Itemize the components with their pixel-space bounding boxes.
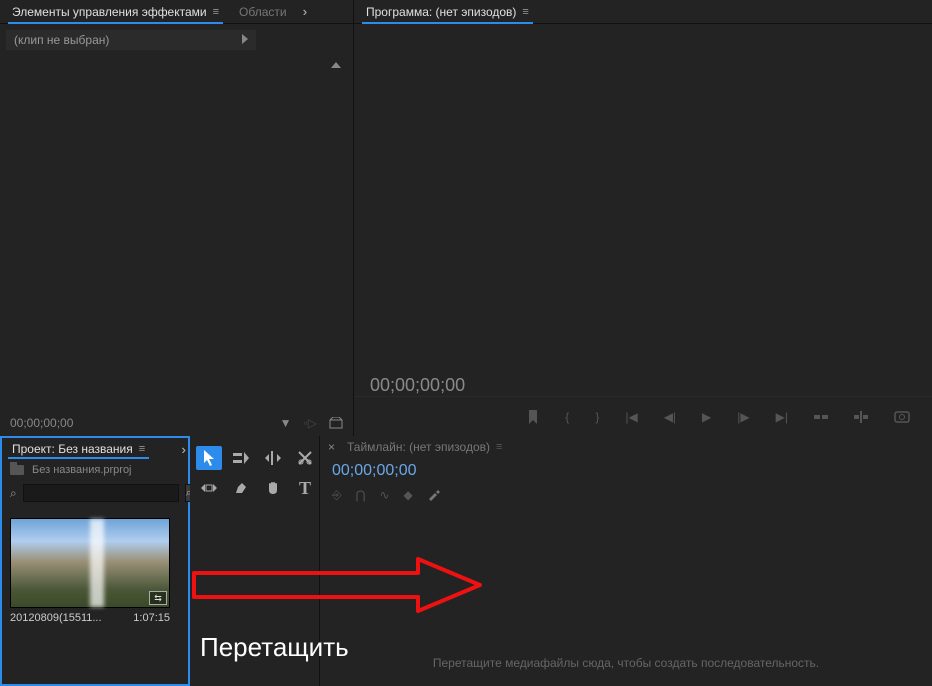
tab-program[interactable]: Программа: (нет эпизодов) ≡	[362, 5, 533, 19]
tab-project[interactable]: Проект: Без названия ≡	[8, 442, 149, 456]
effects-panel: Элементы управления эффектами ≡ Области …	[0, 0, 354, 436]
program-panel-tabs: Программа: (нет эпизодов) ≡	[354, 0, 932, 24]
tab-label: Таймлайн: (нет эпизодов)	[347, 440, 490, 454]
project-panel-tabs: Проект: Без названия ≡ ››	[2, 438, 188, 460]
overflow-tabs-icon[interactable]: ››	[181, 442, 182, 457]
step-fwd-icon[interactable]: |▶	[737, 410, 749, 424]
settings-icon[interactable]	[427, 488, 441, 503]
folder-icon	[10, 465, 24, 475]
export-frame-icon[interactable]	[894, 411, 910, 423]
effects-footer: 00;00;00;00 ▼ ◦▷	[0, 410, 353, 436]
tab-regions[interactable]: Области	[235, 5, 291, 19]
close-tab-icon[interactable]: ×	[328, 440, 335, 454]
collapse-icon[interactable]	[331, 62, 341, 68]
effects-panel-tabs: Элементы управления эффектами ≡ Области …	[0, 0, 353, 24]
search-input[interactable]	[23, 484, 179, 502]
program-transport: { } |◀ ◀| ▶ |▶ ▶|	[354, 396, 932, 436]
step-back-icon[interactable]: ◀|	[664, 410, 676, 424]
program-panel: Программа: (нет эпизодов) ≡ 00;00;00;00 …	[354, 0, 932, 436]
timeline-timecode[interactable]: 00;00;00;00	[320, 458, 932, 484]
panel-menu-icon[interactable]: ≡	[496, 441, 502, 453]
linked-selection-icon[interactable]: ∿	[379, 488, 389, 503]
tab-label: Области	[239, 5, 287, 19]
tool-razor[interactable]	[292, 446, 318, 470]
tool-ripple-edit[interactable]	[260, 446, 286, 470]
mark-out-icon[interactable]: {	[565, 410, 569, 424]
tab-label: Проект: Без названия	[12, 442, 133, 456]
extract-icon[interactable]	[854, 411, 868, 423]
tool-pen[interactable]	[228, 476, 254, 500]
clip-duration: 1:07:15	[133, 612, 170, 624]
timeline-panel-tabs: × Таймлайн: (нет эпизодов) ≡	[320, 436, 932, 458]
clip-thumbnail: ⇆	[10, 518, 170, 608]
bypass-icon[interactable]: ◦▷	[304, 416, 317, 430]
project-file-row[interactable]: Без названия.prproj	[2, 460, 188, 480]
filter-icon[interactable]: ▼	[280, 416, 292, 430]
nest-icon[interactable]: ⎆	[332, 488, 342, 503]
go-to-in-icon[interactable]: |◀	[625, 410, 637, 424]
mark-in-icon[interactable]	[527, 410, 539, 424]
timeline-hint: Перетащите медиафайлы сюда, чтобы создат…	[433, 656, 819, 670]
tool-slip[interactable]	[196, 476, 222, 500]
panel-menu-icon[interactable]: ≡	[213, 6, 219, 18]
effects-body: (клип не выбран)	[0, 24, 353, 410]
clip-video-badge-icon: ⇆	[149, 591, 167, 605]
tab-label: Элементы управления эффектами	[12, 5, 207, 19]
search-icon: ⌕	[10, 486, 17, 501]
tab-timeline[interactable]: Таймлайн: (нет эпизодов) ≡	[343, 440, 506, 454]
program-monitor	[354, 24, 932, 365]
tab-effect-controls[interactable]: Элементы управления эффектами ≡	[8, 5, 223, 19]
tool-type[interactable]: T	[292, 476, 318, 500]
go-to-out-icon[interactable]: ▶|	[776, 410, 788, 424]
tab-label: Программа: (нет эпизодов)	[366, 5, 516, 19]
timeline-panel: × Таймлайн: (нет эпизодов) ≡ 00;00;00;00…	[320, 436, 932, 686]
clip-caption: 20120809(15511... 1:07:15	[10, 608, 170, 628]
timeline-header-tools: ⎆ ⋂ ∿ ◆	[320, 484, 932, 507]
new-bin-icon[interactable]	[329, 417, 343, 429]
tool-panel: T	[190, 436, 320, 686]
tool-track-select[interactable]	[228, 446, 254, 470]
media-clip[interactable]: ⇆ 20120809(15511... 1:07:15	[10, 518, 170, 628]
timeline-drop-area[interactable]: Перетащите медиафайлы сюда, чтобы создат…	[320, 507, 932, 686]
tool-hand[interactable]	[260, 476, 286, 500]
markers-icon[interactable]: ◆	[404, 488, 413, 503]
project-filename: Без названия.prproj	[32, 464, 132, 476]
program-body: 00;00;00;00 { } |◀ ◀| ▶ |▶ ▶|	[354, 24, 932, 436]
project-panel: Проект: Без названия ≡ ›› Без названия.p…	[0, 436, 190, 686]
clip-name: 20120809(15511...	[10, 612, 102, 624]
mark-clip-icon[interactable]: }	[595, 410, 599, 424]
project-search: ⌕ ⌕	[2, 480, 188, 506]
no-clip-label: (клип не выбран)	[14, 33, 109, 47]
panel-menu-icon[interactable]: ≡	[522, 6, 528, 18]
no-clip-row[interactable]: (клип не выбран)	[6, 30, 256, 50]
tool-selection[interactable]	[196, 446, 222, 470]
panel-menu-icon[interactable]: ≡	[139, 443, 145, 455]
timecode[interactable]: 00;00;00;00	[10, 416, 73, 430]
project-bin: ⇆ 20120809(15511... 1:07:15	[2, 506, 188, 684]
expand-icon	[242, 34, 248, 44]
snap-icon[interactable]: ⋂	[356, 488, 366, 503]
lift-icon[interactable]	[814, 411, 828, 423]
play-icon[interactable]: ▶	[702, 410, 711, 424]
program-timecode[interactable]: 00;00;00;00	[354, 365, 932, 396]
overflow-tabs-icon[interactable]: ››	[303, 4, 304, 19]
